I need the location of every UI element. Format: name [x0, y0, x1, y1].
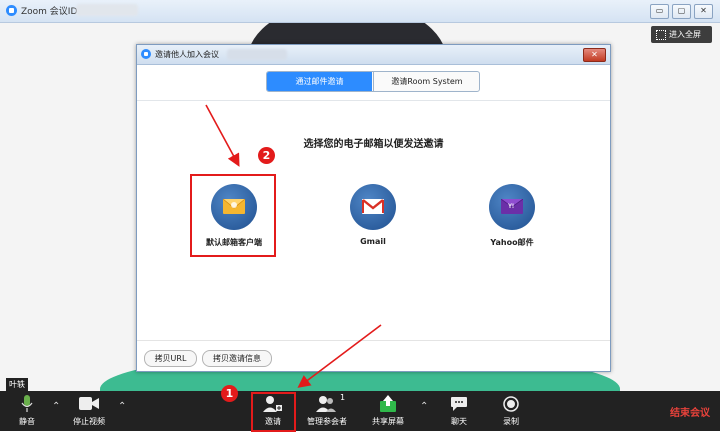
maximize-button[interactable]: ▢: [672, 4, 691, 19]
email-prompt: 选择您的电子邮箱以便发送邀请: [303, 139, 444, 150]
stop-video-button[interactable]: 停止视频: [66, 391, 112, 431]
zoom-logo-icon: [141, 49, 151, 59]
dialog-close-button[interactable]: ✕: [583, 48, 606, 62]
share-screen-button[interactable]: 共享屏幕: [366, 391, 410, 431]
tab-email-invite[interactable]: 通过邮件邀请: [267, 72, 372, 91]
divider: [137, 340, 610, 341]
chat-button[interactable]: 聊天: [442, 391, 476, 431]
yahoo-mail-label: Yahoo邮件: [490, 238, 534, 247]
dialog-titlebar: 邀请他人加入会议 ✕: [137, 45, 610, 65]
share-screen-icon: [380, 395, 396, 412]
invite-tabs: 通过邮件邀请 邀请Room System: [266, 71, 480, 92]
yahoo-mail-icon: Y!: [489, 184, 535, 230]
end-meeting-button[interactable]: 结束会议: [670, 404, 710, 419]
window-titlebar: Zoom 会议ID: ▭ ▢ ✕: [0, 0, 720, 23]
fullscreen-icon: [656, 30, 666, 40]
zoom-logo-icon: [6, 5, 17, 16]
video-camera-icon: [79, 397, 99, 410]
gmail-option[interactable]: Gmail: [328, 180, 418, 250]
step-2-badge: 2: [258, 147, 275, 164]
minimize-button[interactable]: ▭: [650, 4, 669, 19]
participant-count: 1: [340, 393, 346, 402]
dialog-title-redacted: [227, 49, 287, 60]
divider: [137, 100, 610, 101]
stop-video-label: 停止视频: [73, 417, 105, 426]
record-label: 录制: [503, 417, 519, 426]
tab-room-system[interactable]: 邀请Room System: [373, 72, 479, 91]
yahoo-mail-option[interactable]: Y! Yahoo邮件: [467, 180, 557, 250]
copy-invite-button[interactable]: 拷贝邀请信息: [202, 350, 272, 367]
yahoo-envelope-icon: Y!: [501, 199, 523, 214]
copy-url-button[interactable]: 拷贝URL: [144, 350, 197, 367]
enter-fullscreen-button[interactable]: 进入全屏: [651, 26, 712, 43]
mute-label: 静音: [19, 417, 35, 426]
manage-participants-button[interactable]: 1 管理参会者: [302, 391, 352, 431]
chat-label: 聊天: [451, 417, 467, 426]
meeting-toolbar: 静音 ⌃ 停止视频 ⌃ 邀请 1 管理参会者 共享屏幕 ⌃ 聊天 录制 结束会议: [0, 391, 720, 431]
step-1-badge: 1: [221, 385, 238, 402]
svg-text:Y!: Y!: [508, 204, 514, 210]
participant-name-label: 叶轶: [6, 378, 28, 391]
gmail-envelope-icon: [362, 199, 384, 214]
highlight-invite-button: [251, 392, 296, 432]
manage-participants-label: 管理参会者: [307, 417, 347, 426]
meeting-id-redacted: [76, 4, 138, 16]
close-window-button[interactable]: ✕: [694, 4, 713, 19]
record-icon: [503, 396, 519, 412]
window-title: Zoom 会议ID:: [21, 7, 81, 17]
gmail-label: Gmail: [360, 237, 386, 246]
highlight-default-mail: [190, 174, 276, 257]
video-options-chevron-icon[interactable]: ⌃: [118, 402, 126, 412]
share-options-chevron-icon[interactable]: ⌃: [420, 402, 428, 412]
microphone-icon: [21, 395, 33, 412]
share-screen-label: 共享屏幕: [372, 417, 404, 426]
chat-bubble-icon: [451, 397, 467, 411]
enter-fullscreen-label: 进入全屏: [669, 30, 701, 39]
audio-options-chevron-icon[interactable]: ⌃: [52, 402, 60, 412]
dialog-title: 邀请他人加入会议: [155, 50, 219, 59]
record-button[interactable]: 录制: [494, 391, 528, 431]
gmail-icon: [350, 184, 396, 230]
participants-icon: [316, 396, 336, 412]
mute-button[interactable]: 静音: [10, 391, 44, 431]
